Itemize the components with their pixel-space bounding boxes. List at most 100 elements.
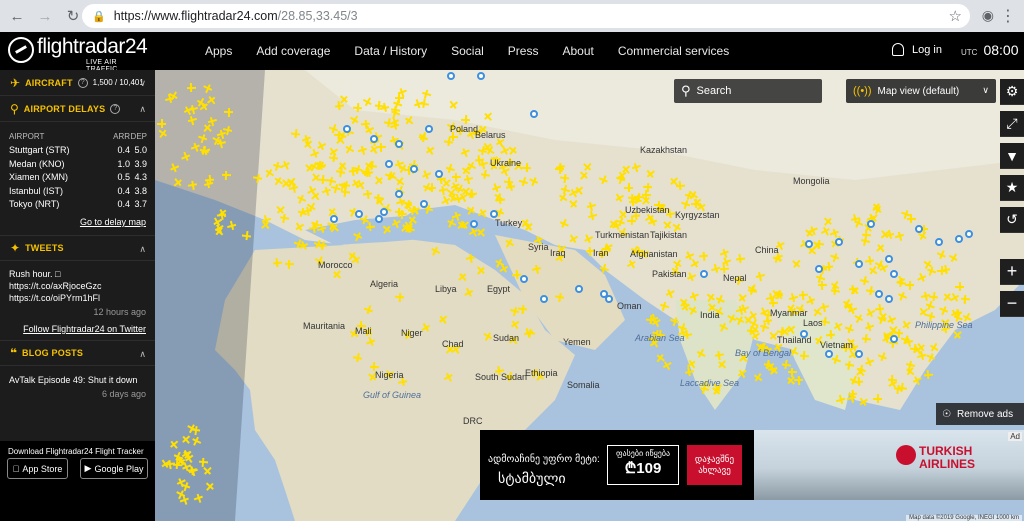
- aircraft-icon[interactable]: [465, 188, 475, 198]
- aircraft-icon[interactable]: [216, 138, 227, 149]
- delay-row[interactable]: Stuttgart (STR) 0.4 5.0: [9, 144, 147, 158]
- airport-pin-icon[interactable]: [425, 125, 433, 133]
- aircraft-icon[interactable]: [747, 285, 758, 296]
- browser-menu-icon[interactable]: ⋮: [1000, 6, 1016, 26]
- aircraft-icon[interactable]: [531, 264, 542, 275]
- airport-pin-icon[interactable]: [435, 170, 443, 178]
- delay-row[interactable]: Istanbul (IST) 0.4 3.8: [9, 184, 147, 198]
- zoom-out-icon[interactable]: −: [1000, 291, 1024, 317]
- airport-pin-icon[interactable]: [395, 140, 403, 148]
- airport-pin-icon[interactable]: [875, 290, 883, 298]
- airport-pin-icon[interactable]: [470, 220, 478, 228]
- airport-pin-icon[interactable]: [343, 125, 351, 133]
- aircraft-icon[interactable]: [522, 163, 531, 172]
- star-icon[interactable]: ★: [1000, 175, 1024, 201]
- address-bar[interactable]: 🔒 https://www.flightradar24.com/28.85,33…: [82, 4, 970, 28]
- settings-gear-icon[interactable]: ⚙: [1000, 79, 1024, 105]
- aircraft-icon[interactable]: [280, 213, 290, 223]
- filter-icon[interactable]: ▼: [1000, 143, 1024, 169]
- airport-pin-icon[interactable]: [835, 238, 843, 246]
- airport-pin-icon[interactable]: [410, 165, 418, 173]
- tweet-link[interactable]: https://t.co/axRjoceGzc: [9, 280, 146, 292]
- aircraft-icon[interactable]: [452, 173, 461, 182]
- airport-pin-icon[interactable]: [605, 295, 613, 303]
- delay-map-link[interactable]: Go to delay map: [0, 217, 155, 227]
- airport-pin-icon[interactable]: [380, 208, 388, 216]
- aircraft-icon[interactable]: [685, 366, 695, 376]
- airport-pin-icon[interactable]: [520, 275, 528, 283]
- aircraft-icon[interactable]: [187, 180, 197, 190]
- nav-add-coverage[interactable]: Add coverage: [256, 44, 330, 58]
- aircraft-icon[interactable]: [888, 375, 897, 384]
- bookmark-star-icon[interactable]: ☆: [949, 7, 962, 25]
- nav-data-history[interactable]: Data / History: [354, 44, 427, 58]
- aircraft-icon[interactable]: [362, 189, 372, 199]
- aircraft-icon[interactable]: [856, 364, 867, 375]
- aircraft-icon[interactable]: [317, 240, 328, 251]
- aircraft-icon[interactable]: [496, 194, 506, 204]
- airport-pin-icon[interactable]: [825, 350, 833, 358]
- zoom-in-icon[interactable]: +: [1000, 259, 1024, 285]
- airport-pin-icon[interactable]: [355, 210, 363, 218]
- delay-row[interactable]: Xiamen (XMN) 0.5 4.3: [9, 171, 147, 185]
- aircraft-icon[interactable]: [872, 394, 882, 404]
- map-attribution[interactable]: Map data ©2019 Google, INEGI 1000 km: [906, 515, 1022, 521]
- forward-icon[interactable]: →: [34, 5, 56, 27]
- follow-twitter-link[interactable]: Follow Flightradar24 on Twitter: [0, 324, 155, 334]
- nav-apps[interactable]: Apps: [205, 44, 232, 58]
- aircraft-icon[interactable]: [643, 182, 652, 191]
- airport-pin-icon[interactable]: [867, 220, 875, 228]
- help-icon[interactable]: ?: [110, 103, 121, 114]
- aircraft-icon[interactable]: [526, 328, 536, 338]
- aircraft-icon[interactable]: [954, 282, 964, 292]
- airport-delays-header[interactable]: ⚲ AIRPORT DELAYS ? ∧: [0, 96, 155, 122]
- airport-pin-icon[interactable]: [965, 230, 973, 238]
- aircraft-icon[interactable]: [846, 393, 857, 404]
- aircraft-icon[interactable]: [364, 167, 374, 177]
- aircraft-icon[interactable]: [272, 258, 282, 268]
- airport-pin-icon[interactable]: [955, 235, 963, 243]
- aircraft-icon[interactable]: [736, 254, 746, 264]
- tweets-header[interactable]: ✦ TWEETS ∧: [0, 235, 155, 261]
- airport-pin-icon[interactable]: [395, 190, 403, 198]
- aircraft-icon[interactable]: [439, 185, 449, 195]
- aircraft-icon[interactable]: [187, 115, 198, 126]
- aircraft-icon[interactable]: [517, 305, 527, 315]
- aircraft-icon[interactable]: [844, 360, 854, 370]
- reload-icon[interactable]: ↻: [62, 5, 84, 27]
- aircraft-icon[interactable]: [905, 281, 914, 290]
- aircraft-icon[interactable]: [285, 260, 294, 269]
- airport-pin-icon[interactable]: [530, 110, 538, 118]
- airport-pin-icon[interactable]: [447, 72, 455, 80]
- aircraft-icon[interactable]: [361, 120, 371, 130]
- airport-pin-icon[interactable]: [385, 160, 393, 168]
- ad-tag[interactable]: Ad: [1008, 432, 1022, 441]
- delay-row[interactable]: Tokyo (NRT) 0.4 3.7: [9, 198, 147, 212]
- aircraft-icon[interactable]: [555, 292, 565, 302]
- aircraft-icon[interactable]: [624, 183, 634, 193]
- airport-pin-icon[interactable]: [815, 265, 823, 273]
- aircraft-icon[interactable]: [699, 252, 709, 262]
- aircraft-icon[interactable]: [463, 174, 474, 185]
- app-store-button[interactable]:  App Store: [7, 458, 68, 479]
- airport-pin-icon[interactable]: [540, 295, 548, 303]
- google-play-button[interactable]: ▶ Google Play: [80, 458, 148, 479]
- blog-posts-header[interactable]: ❝ BLOG POSTS ∧: [0, 340, 155, 366]
- aircraft-icon[interactable]: [198, 458, 208, 468]
- airport-pin-icon[interactable]: [330, 215, 338, 223]
- back-icon[interactable]: ←: [6, 5, 28, 27]
- aircraft-icon[interactable]: [824, 261, 834, 271]
- aircraft-icon[interactable]: [394, 207, 403, 216]
- aircraft-icon[interactable]: [848, 284, 858, 294]
- playback-icon[interactable]: ↺: [1000, 207, 1024, 233]
- airport-pin-icon[interactable]: [477, 72, 485, 80]
- aircraft-icon[interactable]: [559, 174, 569, 184]
- aircraft-icon[interactable]: [799, 290, 809, 300]
- nav-social[interactable]: Social: [451, 44, 484, 58]
- nav-about[interactable]: About: [562, 44, 593, 58]
- aircraft-icon[interactable]: [961, 295, 971, 305]
- aircraft-icon[interactable]: [755, 271, 766, 282]
- airport-pin-icon[interactable]: [885, 255, 893, 263]
- airport-pin-icon[interactable]: [575, 285, 583, 293]
- logo[interactable]: flightradar24 LIVE AIR TRAFFIC: [8, 35, 148, 73]
